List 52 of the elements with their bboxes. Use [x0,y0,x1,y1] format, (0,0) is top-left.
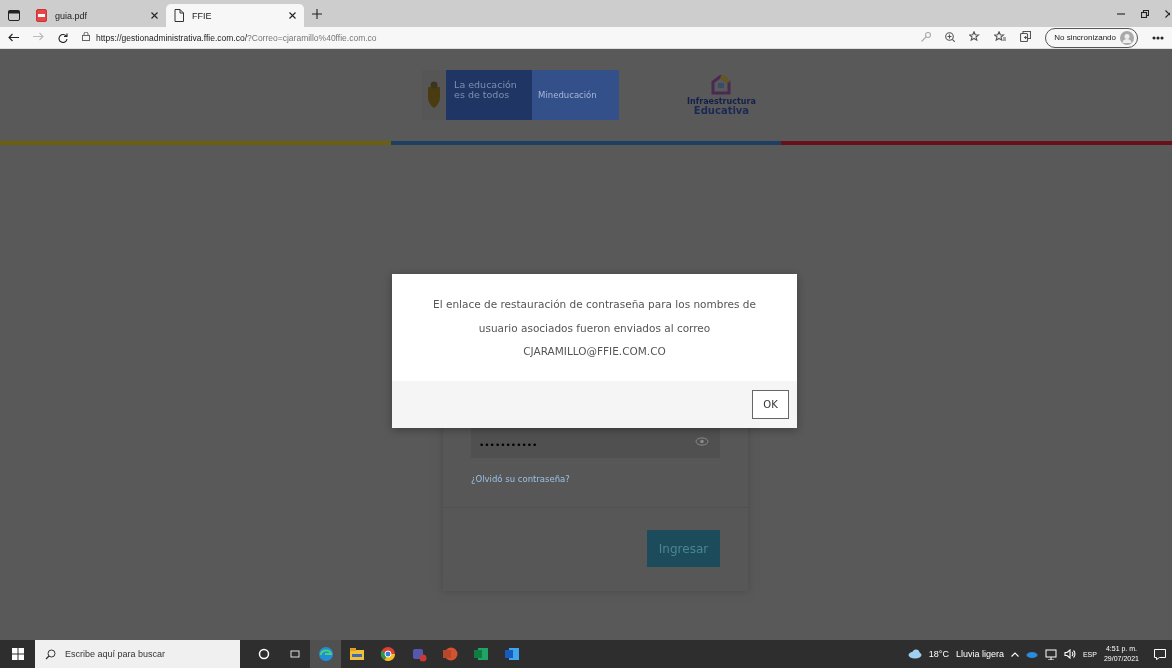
search-placeholder: Escribe aquí para buscar [65,649,166,659]
browser-icon [317,646,334,662]
pdf-file-icon [36,9,47,22]
task-view-icon [288,648,301,660]
avatar-icon [1120,30,1134,45]
browser-tab[interactable]: FFIE [166,4,304,27]
speaker-icon[interactable] [1063,649,1076,659]
lock-icon [82,32,90,41]
windows-start-icon[interactable] [11,648,24,660]
address-bar[interactable]: https://gestionadministrativa.ffie.com.co/?Correo=cjaramillo%40ffie.com.co [82,32,908,43]
browser-tab[interactable]: guia.pdf [28,4,166,27]
weather-text: Lluvia ligera [955,649,1004,659]
collections-icon[interactable] [1020,31,1032,42]
close-icon[interactable] [1165,9,1170,18]
house-logo-icon [711,74,732,95]
tab-actions-icon[interactable] [8,10,20,21]
taskbar-search-field[interactable]: Escribe aquí para buscar [35,640,240,668]
spreadsheet-app-icon [472,646,489,662]
back-icon[interactable] [8,33,19,42]
chrome-icon [379,646,396,662]
ministry-name: Mineducación [532,70,620,120]
network-icon[interactable] [1044,648,1057,660]
close-tab-icon[interactable] [289,12,296,19]
document-app-icon [503,646,520,662]
close-tab-icon[interactable] [151,12,158,19]
more-icon[interactable] [1152,35,1164,40]
page-icon [174,9,184,22]
chevron-up-icon[interactable] [1010,651,1019,657]
folder-icon [348,647,365,661]
chat-app-icon [410,646,427,662]
restore-icon[interactable] [1141,9,1149,18]
presentation-app-icon [441,646,458,662]
circle-icon [257,648,270,660]
star-list-icon[interactable] [994,31,1007,42]
search-icon [45,648,56,660]
star-plus-icon[interactable] [969,31,981,42]
temperature-text: 18°C [928,649,949,659]
ok-button[interactable]: OK [752,390,789,419]
slogan-text: La educación es de todos [446,70,533,120]
dialog-email: CJARAMILLO@FFIE.COM.CO [523,344,666,359]
new-tab-icon[interactable] [312,9,322,19]
dialog-message: El enlace de restauración de contraseña para los nombres de usuario asociados fueron enviados al correo [432,297,757,336]
profile-label: No sincronizando [1054,33,1116,42]
logo-title: Educativa [693,105,750,116]
notification-icon[interactable] [1154,648,1166,660]
coat-of-arms-icon [426,81,443,109]
reload-icon[interactable] [58,32,68,43]
forgot-password-link[interactable]: ¿Olvidó su contraseña? [471,474,570,484]
logo-subtitle: Infraestructura [687,97,756,106]
cloud-icon [907,649,922,659]
cloud-icon[interactable] [1025,650,1038,658]
zoom-in-icon[interactable] [945,31,956,42]
